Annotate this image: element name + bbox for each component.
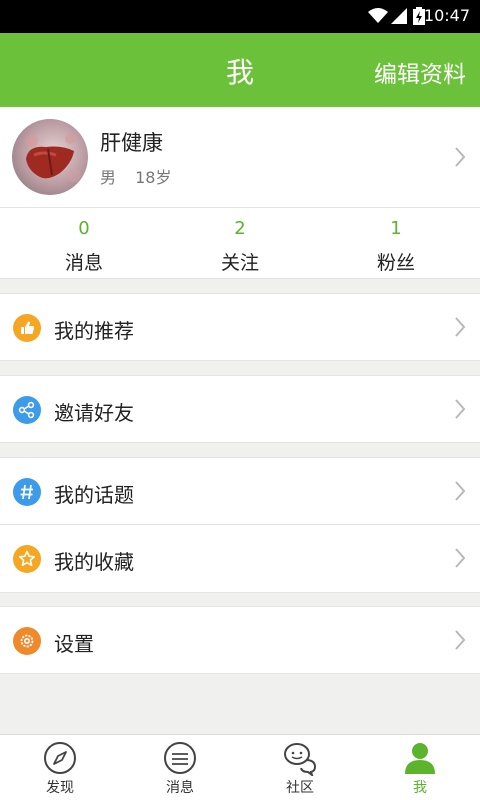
avatar xyxy=(12,119,88,195)
menu-item-label: 我的推荐 xyxy=(54,319,134,343)
profile-age: 18岁 xyxy=(135,168,172,187)
stat-value: 2 xyxy=(234,218,246,239)
profile-gender: 男 xyxy=(100,168,117,187)
tab-label: 社区 xyxy=(286,780,314,796)
menu-item-label: 邀请好友 xyxy=(54,401,134,425)
stat-value: 0 xyxy=(78,218,90,239)
profile-meta: 男 18岁 xyxy=(100,164,185,188)
stat-label: 粉丝 xyxy=(376,252,415,274)
star-icon xyxy=(13,545,41,573)
compass-icon xyxy=(44,742,76,774)
profile-card[interactable]: 肝健康 男 18岁 xyxy=(0,107,480,207)
chevron-right-icon xyxy=(455,548,466,568)
stat-label: 消息 xyxy=(64,252,103,274)
gear-icon xyxy=(13,627,41,655)
menu-item-settings[interactable]: 设置 xyxy=(0,606,480,674)
edit-profile-button[interactable]: 编辑资料 xyxy=(374,55,466,89)
stats-bar: 0 消息 2 关注 1 粉丝 xyxy=(0,207,480,279)
tab-label: 发现 xyxy=(46,780,74,796)
chevron-right-icon xyxy=(455,481,466,501)
stat-followers[interactable]: 1 粉丝 xyxy=(316,208,476,280)
message-icon xyxy=(164,742,196,774)
share-icon xyxy=(13,396,41,424)
tab-label: 消息 xyxy=(166,780,194,796)
stat-label: 关注 xyxy=(220,252,259,274)
bottom-tab-bar: 发现 消息 社区 我 xyxy=(0,734,480,800)
app-header: 我 编辑资料 xyxy=(0,33,480,107)
chevron-right-icon xyxy=(455,399,466,419)
chevron-right-icon xyxy=(455,317,466,337)
profile-name: 肝健康 xyxy=(100,131,163,155)
chevron-right-icon xyxy=(455,147,466,167)
thumbs-up-icon xyxy=(13,314,41,342)
status-bar: 10:47 xyxy=(0,0,480,33)
tab-messages[interactable]: 消息 xyxy=(120,735,240,800)
menu-item-favorites[interactable]: 我的收藏 xyxy=(0,525,480,593)
tab-community[interactable]: 社区 xyxy=(240,735,360,800)
clock: 10:47 xyxy=(423,6,470,25)
menu-item-label: 我的话题 xyxy=(54,483,134,507)
cell-signal-icon xyxy=(391,8,407,24)
tab-discover[interactable]: 发现 xyxy=(0,735,120,800)
menu-item-topics[interactable]: 我的话题 xyxy=(0,457,480,525)
stat-value: 1 xyxy=(390,218,402,239)
wifi-icon xyxy=(368,8,388,23)
menu-item-label: 设置 xyxy=(54,632,94,656)
menu-item-invite[interactable]: 邀请好友 xyxy=(0,375,480,443)
tab-me[interactable]: 我 xyxy=(360,735,480,800)
stat-messages[interactable]: 0 消息 xyxy=(4,208,164,280)
chevron-right-icon xyxy=(455,630,466,650)
menu-item-label: 我的收藏 xyxy=(54,550,134,574)
hashtag-icon xyxy=(13,478,41,506)
liver-image xyxy=(26,134,81,182)
menu-item-recommend[interactable]: 我的推荐 xyxy=(0,293,480,361)
stat-following[interactable]: 2 关注 xyxy=(160,208,320,280)
tab-label: 我 xyxy=(413,780,427,796)
chat-bubbles-icon xyxy=(284,743,317,776)
person-icon xyxy=(405,743,435,774)
